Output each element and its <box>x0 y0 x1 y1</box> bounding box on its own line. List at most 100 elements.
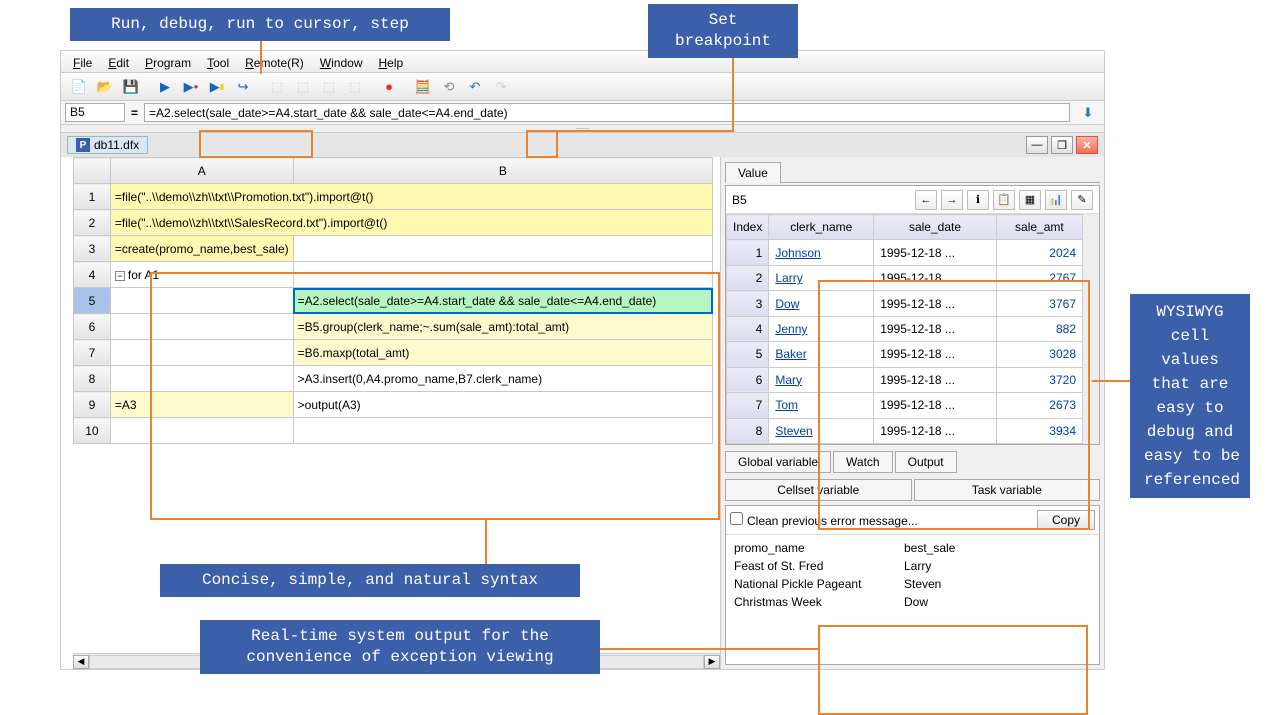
cell[interactable]: Tom <box>769 393 874 418</box>
breakpoint-icon[interactable]: ● <box>377 76 401 98</box>
cell[interactable]: 1 <box>727 240 769 265</box>
cell-reference[interactable]: B5 <box>65 103 125 122</box>
corner-header[interactable] <box>74 158 111 184</box>
cell[interactable]: 6 <box>727 367 769 392</box>
tab-global[interactable]: Global variable <box>725 451 831 473</box>
open-icon[interactable]: 📂 <box>93 76 117 98</box>
cell[interactable]: 1995-12-18 ... <box>874 265 997 290</box>
tab-value[interactable]: Value <box>725 162 781 183</box>
cell[interactable]: 1995-12-18 ... <box>874 367 997 392</box>
calc-icon[interactable]: 🧮 <box>411 76 435 98</box>
row-header[interactable]: 7 <box>74 340 111 366</box>
cell[interactable]: Steven <box>769 418 874 444</box>
menu-tool[interactable]: Tool <box>201 54 235 69</box>
cell[interactable]: Larry <box>769 265 874 290</box>
menu-window[interactable]: Window <box>314 54 369 69</box>
forward-icon[interactable]: → <box>941 190 963 210</box>
cell[interactable]: 3028 <box>996 342 1082 367</box>
row-header[interactable]: 10 <box>74 418 111 444</box>
row-header[interactable]: 4 <box>74 262 111 288</box>
tab-watch[interactable]: Watch <box>833 451 893 473</box>
cell[interactable]: Jenny <box>769 316 874 341</box>
menu-remote[interactable]: Remote(R) <box>239 54 310 69</box>
clean-checkbox[interactable]: Clean previous error message... <box>730 512 918 528</box>
selected-cell[interactable]: =A2.select(sale_date>=A4.start_date && s… <box>293 288 712 314</box>
cell[interactable]: >A3.insert(0,A4.promo_name,B7.clerk_name… <box>293 366 712 392</box>
tab-output[interactable]: Output <box>895 451 957 473</box>
cell[interactable]: 1995-12-18 ... <box>874 240 997 265</box>
cell[interactable]: =file("..\\demo\\zh\\txt\\Promotion.txt"… <box>110 184 712 210</box>
cell[interactable]: 1995-12-18 ... <box>874 393 997 418</box>
cell[interactable]: 3934 <box>996 418 1082 444</box>
row-header[interactable]: 6 <box>74 314 111 340</box>
row-header[interactable]: 3 <box>74 236 111 262</box>
chart-icon[interactable]: 📊 <box>1045 190 1067 210</box>
vertical-scrollbar[interactable] <box>1083 214 1099 444</box>
cell[interactable]: 2673 <box>996 393 1082 418</box>
cell[interactable]: 2024 <box>996 240 1082 265</box>
undo-icon[interactable]: ↶ <box>463 76 487 98</box>
tb-icon[interactable]: ⟲ <box>437 76 461 98</box>
cell[interactable] <box>110 418 293 444</box>
tb-icon[interactable]: ⬚ <box>265 76 289 98</box>
col-header-b[interactable]: B <box>293 158 712 184</box>
cell[interactable]: =B6.maxp(total_amt) <box>293 340 712 366</box>
cell[interactable]: 2 <box>727 265 769 290</box>
scroll-left-icon[interactable]: ◀ <box>73 655 89 669</box>
cell[interactable]: 882 <box>996 316 1082 341</box>
cell[interactable]: 1995-12-18 ... <box>874 342 997 367</box>
row-header[interactable]: 9 <box>74 392 111 418</box>
th-date[interactable]: sale_date <box>874 215 997 240</box>
th-clerk[interactable]: clerk_name <box>769 215 874 240</box>
new-icon[interactable]: 📄 <box>67 76 91 98</box>
row-header[interactable]: 5 <box>74 288 111 314</box>
copy-button[interactable]: Copy <box>1037 510 1095 530</box>
value-data-table[interactable]: Index clerk_name sale_date sale_amt 1Joh… <box>726 214 1083 444</box>
run-icon[interactable]: ▶ <box>153 76 177 98</box>
cell[interactable]: >output(A3) <box>293 392 712 418</box>
row-header[interactable]: 2 <box>74 210 111 236</box>
cell[interactable]: 8 <box>727 418 769 444</box>
cell[interactable]: −for A1 <box>110 262 293 288</box>
cell[interactable]: 5 <box>727 342 769 367</box>
cell[interactable]: 1995-12-18 ... <box>874 291 997 316</box>
document-tab[interactable]: P db11.dfx <box>67 136 148 154</box>
cell[interactable] <box>293 262 712 288</box>
cell[interactable]: 1995-12-18 ... <box>874 316 997 341</box>
cell[interactable]: 3767 <box>996 291 1082 316</box>
scroll-right-icon[interactable]: ▶ <box>704 655 720 669</box>
cell[interactable] <box>110 366 293 392</box>
info-icon[interactable]: ℹ <box>967 190 989 210</box>
cell[interactable]: Baker <box>769 342 874 367</box>
cell[interactable]: =file("..\\demo\\zh\\txt\\SalesRecord.tx… <box>110 210 712 236</box>
row-header[interactable]: 8 <box>74 366 111 392</box>
th-index[interactable]: Index <box>727 215 769 240</box>
minimize-icon[interactable]: — <box>1026 136 1048 154</box>
tb-icon[interactable]: ⬚ <box>291 76 315 98</box>
col-header-a[interactable]: A <box>110 158 293 184</box>
cell[interactable] <box>110 314 293 340</box>
tb-icon[interactable]: ⬚ <box>317 76 341 98</box>
save-icon[interactable]: 💾 <box>119 76 143 98</box>
cell[interactable]: 2767 <box>996 265 1082 290</box>
step-icon[interactable]: ↪ <box>231 76 255 98</box>
formula-input[interactable]: =A2.select(sale_date>=A4.start_date && s… <box>144 103 1070 122</box>
cell[interactable]: =create(promo_name,best_sale) <box>110 236 293 262</box>
cell[interactable]: Dow <box>769 291 874 316</box>
cell[interactable]: =A3 <box>110 392 293 418</box>
row-header[interactable]: 1 <box>74 184 111 210</box>
debug-icon[interactable]: ▶● <box>179 76 203 98</box>
th-amt[interactable]: sale_amt <box>996 215 1082 240</box>
cell[interactable]: =B5.group(clerk_name;~.sum(sale_amt):tot… <box>293 314 712 340</box>
menu-edit[interactable]: Edit <box>102 54 135 69</box>
cell[interactable]: 3 <box>727 291 769 316</box>
cell-grid[interactable]: A B 1=file("..\\demo\\zh\\txt\\Promotion… <box>73 157 713 444</box>
menu-program[interactable]: Program <box>139 54 197 69</box>
cell[interactable]: 1995-12-18 ... <box>874 418 997 444</box>
cell[interactable]: 3720 <box>996 367 1082 392</box>
cell[interactable]: 4 <box>727 316 769 341</box>
back-icon[interactable]: ← <box>915 190 937 210</box>
cell[interactable]: Mary <box>769 367 874 392</box>
menu-file[interactable]: File <box>67 54 98 69</box>
grid-icon[interactable]: ▦ <box>1019 190 1041 210</box>
